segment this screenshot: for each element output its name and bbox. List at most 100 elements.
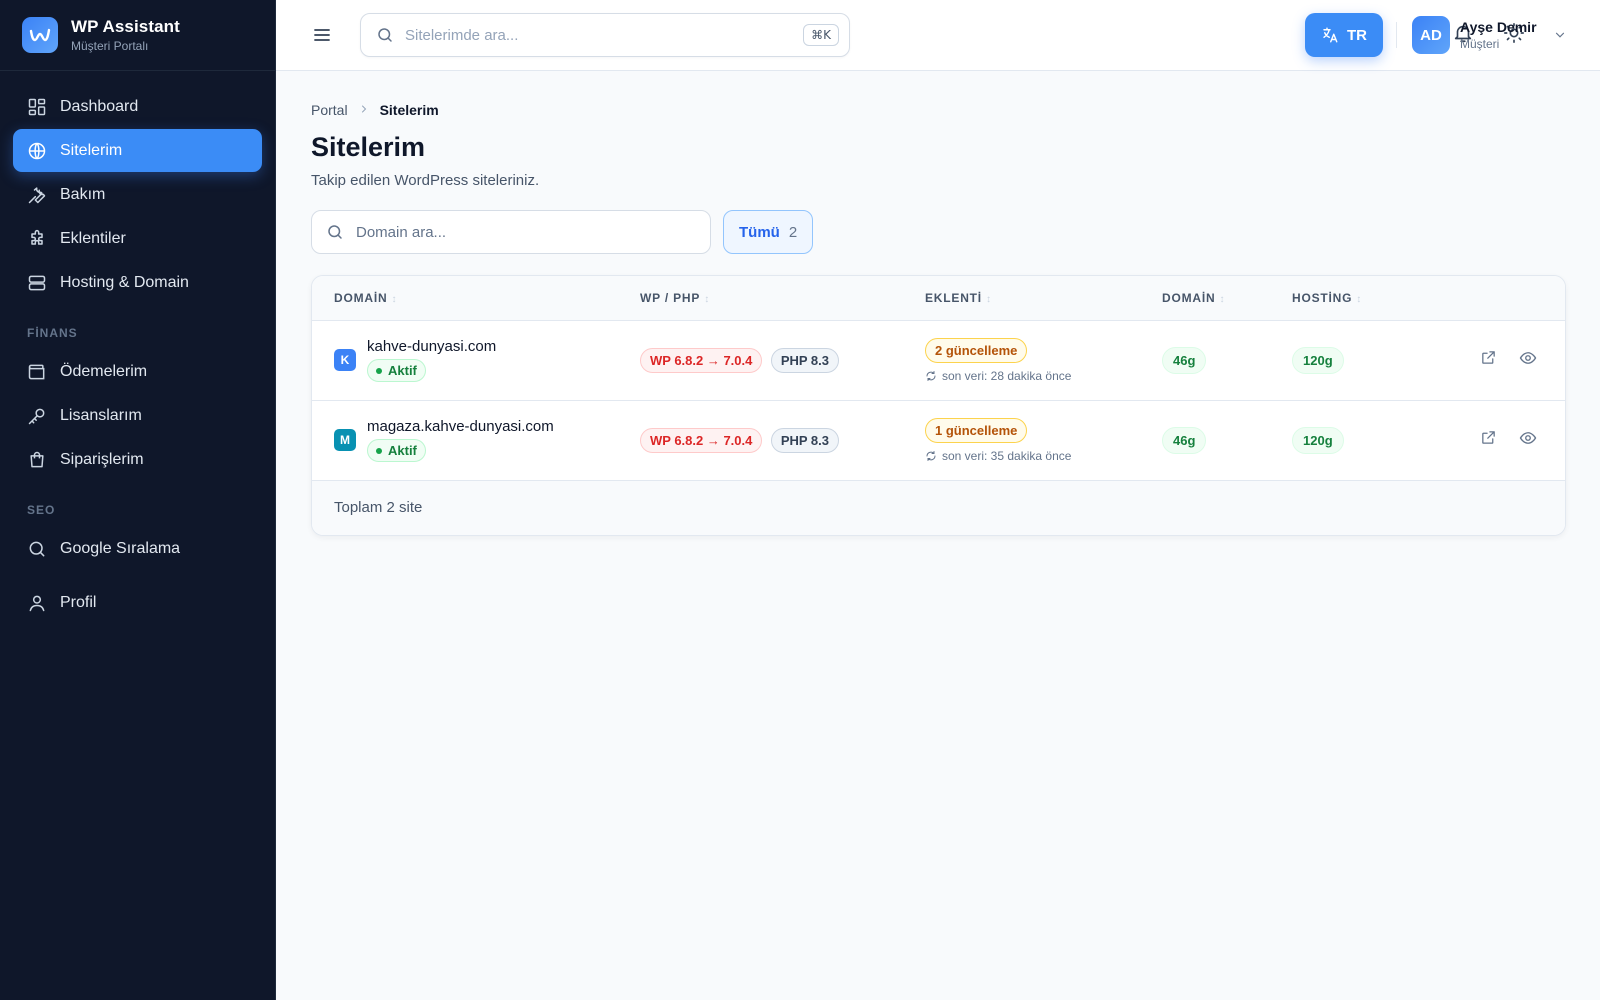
key-icon	[28, 408, 45, 424]
sidebar-item-bakim[interactable]: Bakım	[13, 173, 262, 216]
open-site-button[interactable]	[1480, 429, 1497, 451]
page-title: Sitelerim	[311, 132, 426, 162]
brand-text: WP Assistant Müşteri Portalı	[71, 17, 180, 53]
sidebar-item-label: Eklentiler	[60, 229, 126, 247]
column-header-domain[interactable]: DOMAİN ↕	[312, 276, 640, 321]
open-site-button[interactable]	[1480, 349, 1497, 371]
search-shortcut-badge: ⌘K	[803, 24, 839, 46]
translate-icon	[1323, 27, 1338, 43]
filter-all-label: Tümü	[739, 223, 780, 241]
brand[interactable]: WP Assistant Müşteri Portalı	[0, 0, 275, 71]
domain-days-badge: 46g	[1162, 426, 1207, 454]
sidebar-item-google-siralama[interactable]: Google Sıralama	[13, 527, 262, 570]
plugin-updates-badge[interactable]: 2 güncelleme	[925, 337, 1028, 363]
filter-all-chip[interactable]: Tümü 2	[723, 210, 814, 254]
column-header-eklenti[interactable]: EKLENTİ ↕	[925, 276, 1162, 321]
brand-subtitle: Müşteri Portalı	[71, 39, 149, 53]
breadcrumb: Portal Sitelerim	[311, 102, 1566, 118]
column-header-domain-expiry[interactable]: DOMAİN ↕	[1162, 276, 1292, 321]
wallet-icon	[28, 364, 45, 379]
user-name: Ayşe Demir	[1460, 19, 1537, 35]
user-menu[interactable]: AD Ayşe Demir Müşteri	[1412, 16, 1567, 54]
view-site-button[interactable]	[1519, 429, 1537, 452]
sidebar-item-sitelerim[interactable]: Sitelerim	[13, 129, 262, 172]
domain-search-input[interactable]	[356, 223, 710, 241]
table-header-row: DOMAİN ↕ WP / PHP ↕ EKLENTİ ↕ DOMAİN ↕ HOSTİ…	[312, 276, 1565, 321]
wp-version-badge: WP 6.8.2 → 7.0.4	[640, 427, 763, 453]
breadcrumb-portal-link[interactable]: Portal	[311, 102, 348, 118]
menu-toggle-button[interactable]	[312, 25, 332, 45]
sidebar-item-hosting-domain[interactable]: Hosting & Domain	[13, 261, 262, 304]
sidebar-item-label: Google Sıralama	[60, 539, 181, 557]
site-domain[interactable]: magaza.kahve-dunyasi.com	[367, 418, 554, 435]
sites-table: DOMAİN ↕ WP / PHP ↕ EKLENTİ ↕ DOMAİN ↕ HOSTİ…	[312, 276, 1565, 481]
site-letter-badge: M	[334, 429, 356, 451]
language-button[interactable]: TR	[1305, 13, 1383, 57]
eye-icon	[1519, 431, 1537, 444]
eye-icon	[1519, 351, 1537, 364]
refresh-icon	[926, 450, 936, 461]
hosting-days-badge: 120g	[1292, 346, 1344, 374]
search-icon	[328, 225, 342, 239]
brand-title: WP Assistant	[71, 17, 180, 36]
sidebar-item-lisanslarim[interactable]: Lisanslarım	[13, 394, 262, 437]
wrench-icon	[28, 186, 46, 203]
sidebar-item-odemelerim[interactable]: Ödemelerim	[13, 350, 262, 393]
external-link-icon	[1481, 431, 1495, 444]
sidebar-item-label: Sitelerim	[60, 141, 123, 159]
wp-assistant-logo-icon	[22, 17, 58, 53]
search-icon	[378, 28, 392, 42]
refresh-icon	[926, 370, 936, 381]
hosting-days-badge: 120g	[1292, 426, 1344, 454]
breadcrumb-current: Sitelerim	[379, 102, 439, 118]
sidebar-item-eklentiler[interactable]: Eklentiler	[13, 217, 262, 260]
php-version-badge: PHP 8.3	[770, 347, 840, 373]
filter-all-count: 2	[788, 223, 798, 241]
sidebar-item-profil[interactable]: Profil	[13, 581, 262, 624]
chevron-down-icon	[1555, 32, 1564, 38]
sidebar-item-label: Ödemelerim	[60, 362, 148, 380]
site-domain[interactable]: kahve-dunyasi.com	[367, 338, 496, 355]
sidebar-item-dashboard[interactable]: Dashboard	[13, 85, 262, 128]
external-link-icon	[1481, 351, 1495, 364]
user-icon	[29, 595, 45, 611]
puzzle-icon	[31, 229, 43, 245]
domain-search	[311, 210, 711, 254]
sites-table-card: DOMAİN ↕ WP / PHP ↕ EKLENTİ ↕ DOMAİN ↕ HOSTİ…	[311, 275, 1566, 536]
domain-days-badge: 46g	[1162, 346, 1207, 374]
user-role: Müşteri	[1460, 37, 1500, 51]
last-data: son veri: 35 dakika önce	[925, 449, 1162, 463]
global-search: ⌘K	[360, 13, 850, 57]
last-data: son veri: 28 dakika önce	[925, 369, 1162, 383]
sidebar-item-label: Bakım	[60, 185, 106, 203]
sidebar-item-label: Profil	[60, 593, 97, 611]
column-header-hosting[interactable]: HOSTİNG ↕	[1292, 276, 1442, 321]
filters: Tümü 2	[311, 210, 1566, 254]
sidebar-item-label: Hosting & Domain	[60, 273, 189, 291]
table-row[interactable]: M magaza.kahve-dunyasi.com Aktif WP 6.8.…	[312, 400, 1565, 481]
wp-version-badge: WP 6.8.2 → 7.0.4	[640, 347, 763, 373]
sidebar-item-label: Dashboard	[60, 97, 139, 115]
topbar: ⌘K TR AD Ayşe Demir Müşteri	[276, 0, 1600, 71]
table-row[interactable]: K kahve-dunyasi.com Aktif WP 6.8.2 → 7.0…	[312, 320, 1565, 401]
table-footer: Toplam 2 site	[312, 480, 1565, 535]
sidebar-item-siparislerim[interactable]: Siparişlerim	[13, 438, 262, 481]
language-code: TR	[1347, 26, 1367, 44]
sidebar: WP Assistant Müşteri Portalı Dashboard S…	[0, 0, 276, 1000]
globe-icon	[28, 142, 46, 159]
sidebar-section-finans: FİNANS	[27, 326, 78, 340]
column-header-wp-php[interactable]: WP / PHP ↕	[640, 276, 925, 321]
status-badge: Aktif	[367, 439, 426, 462]
shopping-bag-icon	[30, 451, 44, 467]
plugin-updates-badge[interactable]: 1 güncelleme	[925, 417, 1028, 443]
status-badge: Aktif	[367, 359, 426, 382]
global-search-input[interactable]	[405, 26, 804, 44]
sidebar-section-seo: SEO	[27, 503, 56, 517]
php-version-badge: PHP 8.3	[770, 427, 840, 453]
chevron-right-icon	[358, 102, 370, 118]
server-icon	[28, 275, 46, 290]
page-subtitle: Takip edilen WordPress siteleriniz.	[311, 172, 540, 189]
sidebar-item-label: Siparişlerim	[60, 450, 144, 468]
view-site-button[interactable]	[1519, 349, 1537, 372]
search-icon	[29, 541, 45, 556]
